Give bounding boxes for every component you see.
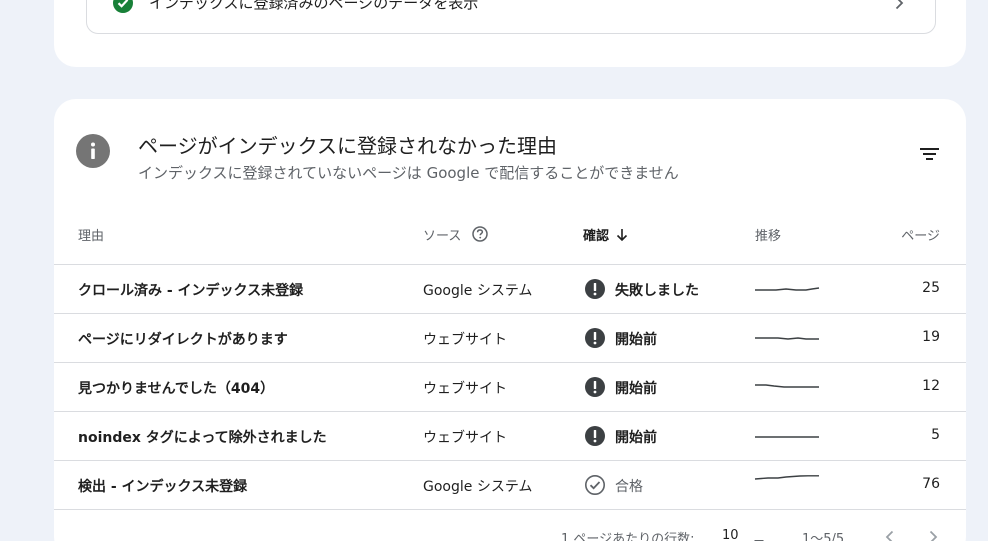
row-reason: クロール済み - インデックス未登録 (78, 283, 304, 299)
arrow-down-icon[interactable] (615, 227, 629, 247)
row-status: 開始前 (615, 430, 657, 446)
chevron-right-icon (889, 0, 909, 17)
trend-sparkline (754, 426, 820, 450)
error-icon (584, 327, 606, 349)
view-indexed-pages-text: インデックスに登録済みのページのデータを表示 (149, 0, 479, 12)
dropdown-arrow-icon[interactable] (752, 532, 766, 541)
row-reason: 検出 - インデックス未登録 (78, 479, 248, 495)
row-status: 開始前 (615, 332, 657, 348)
table-row[interactable]: クロール済み - インデックス未登録 Google システム 失敗しました 25 (54, 264, 966, 313)
card-title: ページがインデックスに登録されなかった理由 (138, 134, 557, 158)
rows-per-page-select[interactable]: 10 (722, 528, 739, 541)
table-row[interactable]: ページにリダイレクトがあります ウェブサイト 開始前 19 (54, 313, 966, 362)
pagination-range: 1〜5/5 (802, 532, 845, 541)
row-pages: 19 (922, 329, 940, 345)
error-icon (584, 278, 606, 300)
table-divider (54, 509, 966, 510)
row-status: 開始前 (615, 381, 657, 397)
chevron-right-icon[interactable] (924, 528, 942, 541)
table-row[interactable]: noindex タグによって除外されました ウェブサイト 開始前 5 (54, 411, 966, 460)
error-icon (584, 376, 606, 398)
filter-icon (920, 148, 939, 160)
trend-sparkline (754, 328, 820, 352)
row-reason: ページにリダイレクトがあります (78, 332, 288, 348)
column-header-status[interactable]: 確認 (583, 225, 609, 244)
table-row[interactable]: 見つかりませんでした（404） ウェブサイト 開始前 12 (54, 362, 966, 411)
column-header-pages: ページ (901, 229, 940, 244)
row-pages: 12 (922, 378, 940, 394)
info-icon (76, 134, 110, 168)
row-source: ウェブサイト (423, 381, 507, 397)
row-pages: 25 (922, 280, 940, 296)
row-source: ウェブサイト (423, 430, 507, 446)
row-status: 合格 (615, 479, 643, 495)
column-header-reason: 理由 (78, 229, 105, 244)
check-circle-outline-icon (584, 474, 606, 496)
trend-sparkline (754, 377, 820, 401)
filter-button[interactable] (916, 143, 944, 165)
trend-sparkline (754, 475, 820, 499)
row-source: ウェブサイト (423, 332, 507, 348)
table-row[interactable]: 検出 - インデックス未登録 Google システム 合格 76 (54, 460, 966, 509)
row-pages: 5 (931, 427, 940, 443)
rows-per-page-label: 1 ページあたりの行数: (561, 532, 695, 541)
view-indexed-pages-link[interactable]: インデックスに登録済みのページのデータを表示 (86, 0, 936, 34)
trend-sparkline (754, 279, 820, 303)
card-subtitle: インデックスに登録されていないページは Google で配信することができません (138, 164, 679, 182)
help-circle-icon[interactable] (471, 225, 489, 247)
row-status: 失敗しました (615, 283, 699, 299)
check-circle-icon (113, 0, 133, 13)
error-icon (584, 425, 606, 447)
column-header-source: ソース (423, 229, 462, 244)
row-reason: 見つかりませんでした（404） (78, 381, 275, 397)
chevron-left-icon[interactable] (881, 528, 899, 541)
row-pages: 76 (922, 476, 940, 492)
row-reason: noindex タグによって除外されました (78, 430, 327, 446)
row-source: Google システム (423, 283, 533, 299)
row-source: Google システム (423, 479, 533, 495)
not-indexed-reasons-card: ページがインデックスに登録されなかった理由 インデックスに登録されていないページ… (54, 99, 966, 541)
column-header-trend: 推移 (755, 229, 782, 244)
